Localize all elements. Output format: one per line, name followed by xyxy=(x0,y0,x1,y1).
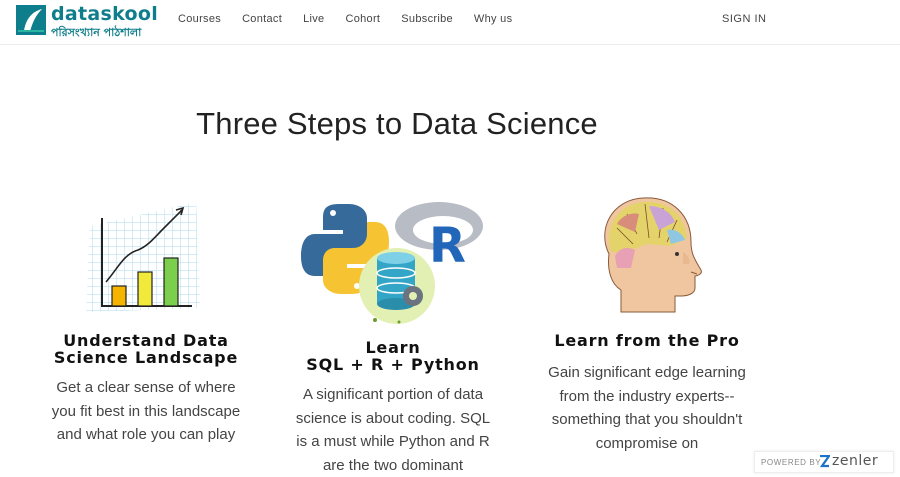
brand-tagline: পরিসংখ্যান পাঠশালা xyxy=(51,26,142,39)
step-card-coding: R Learn SQL + R + Python A significant p… xyxy=(283,196,503,477)
brand-logo[interactable]: dataskool পরিসংখ্যান পাঠশালা xyxy=(16,3,158,39)
page-title: Three Steps to Data Science xyxy=(196,106,598,141)
step-title: Learn SQL + R + Python xyxy=(306,338,480,374)
dataskool-logo-icon xyxy=(16,5,46,35)
step-card-landscape: Understand Data Science Landscape Get a … xyxy=(36,196,256,447)
powered-by-brand: zenler xyxy=(832,453,879,469)
phrenology-head-icon xyxy=(537,196,757,326)
step-card-experts: Learn from the Pro Gain significant edge… xyxy=(537,196,757,455)
nav-contact[interactable]: Contact xyxy=(242,13,282,25)
main-nav: Courses Contact Live Cohort Subscribe Wh… xyxy=(178,13,533,25)
step-title: Learn from the Pro xyxy=(554,331,740,350)
svg-text:R: R xyxy=(429,218,466,274)
signin-link[interactable]: SIGN IN xyxy=(722,13,766,25)
step-description: Get a clear sense of where you fit best … xyxy=(51,379,241,443)
nav-subscribe[interactable]: Subscribe xyxy=(401,13,453,25)
step-description: A significant portion of data science is… xyxy=(295,386,491,474)
bar-chart-sketch-icon xyxy=(36,196,256,326)
nav-live[interactable]: Live xyxy=(303,13,324,25)
brand-name: dataskool xyxy=(51,3,159,25)
nav-why-us[interactable]: Why us xyxy=(474,13,512,25)
powered-by-label: POWERED BY xyxy=(761,458,822,467)
powered-by-badge[interactable]: POWERED BY zenler xyxy=(754,451,894,473)
step-description: Gain significant edge learning from the … xyxy=(548,364,746,452)
zenler-logo-icon xyxy=(819,455,830,468)
site-header: dataskool পরিসংখ্যান পাঠশালা Courses Con… xyxy=(0,0,900,45)
python-r-sql-logos-icon: R xyxy=(283,196,503,326)
step-title: Understand Data Science Landscape xyxy=(53,331,239,367)
nav-cohort[interactable]: Cohort xyxy=(345,13,380,25)
nav-courses[interactable]: Courses xyxy=(178,13,221,25)
